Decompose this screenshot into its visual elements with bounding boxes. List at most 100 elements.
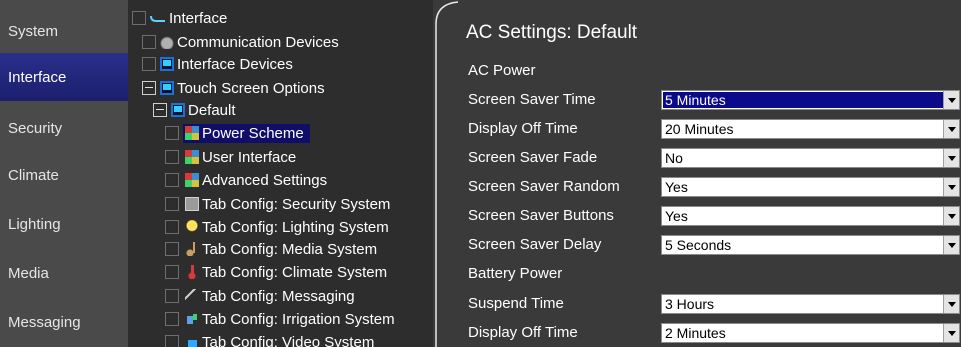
pane-splitter[interactable] xyxy=(433,0,460,347)
tree-selection-highlight: Power Scheme xyxy=(183,123,310,143)
tree-item-tab-config-lighting[interactable]: Tab Config: Lighting System xyxy=(165,216,389,238)
tree-item-default[interactable]: Default xyxy=(153,99,236,121)
tree-checkbox[interactable] xyxy=(165,335,179,347)
tree-item-label: Interface xyxy=(169,9,228,27)
tree-checkbox[interactable] xyxy=(132,11,146,25)
tree-item-advanced-settings[interactable]: Advanced Settings xyxy=(165,169,327,191)
tree-checkbox[interactable] xyxy=(165,289,179,303)
nav-item-security[interactable]: Security xyxy=(0,104,128,152)
nav-item-label: Climate xyxy=(8,166,59,184)
battery-display-off-time-select[interactable]: 2 Minutes xyxy=(661,323,960,343)
select-value: 5 Minutes xyxy=(663,92,943,108)
communication-devices-icon xyxy=(160,35,174,49)
nav-item-climate[interactable]: Climate xyxy=(0,151,128,199)
setting-label: Display Off Time xyxy=(468,324,578,341)
nav-item-messaging[interactable]: Messaging xyxy=(0,298,128,346)
tree-item-interface[interactable]: Interface xyxy=(132,7,227,29)
settings-panel: AC Settings: Default AC Power Screen Sav… xyxy=(460,0,961,347)
tree-item-tab-config-media[interactable]: Tab Config: Media System xyxy=(165,238,377,260)
tree-item-touch-screen-options[interactable]: Touch Screen Options xyxy=(142,77,325,99)
tree-checkbox[interactable] xyxy=(165,197,179,211)
chevron-down-icon[interactable] xyxy=(943,236,959,254)
tree-item-user-interface[interactable]: User Interface xyxy=(165,146,296,168)
nav-item-lighting[interactable]: Lighting xyxy=(0,200,128,248)
tree-checkbox[interactable] xyxy=(165,312,179,326)
select-value: No xyxy=(665,150,683,166)
battery-power-header: Battery Power xyxy=(468,265,563,282)
select-value: 5 Seconds xyxy=(665,237,732,253)
setting-label: Screen Saver Random xyxy=(468,178,620,195)
settings-title: AC Settings: Default xyxy=(466,22,638,43)
tree-item-label: Touch Screen Options xyxy=(177,79,325,97)
music-note-icon xyxy=(185,242,199,256)
display-off-time-select[interactable]: 20 Minutes xyxy=(661,119,960,139)
tree-item-label: Advanced Settings xyxy=(202,171,328,189)
tree-checkbox[interactable] xyxy=(165,220,179,234)
tree-item-label: Default xyxy=(188,101,236,119)
setting-label: Screen Saver Time xyxy=(468,91,596,108)
tree-item-tab-config-security[interactable]: Tab Config: Security System xyxy=(165,193,390,215)
select-value: 2 Minutes xyxy=(665,325,726,341)
color-quad-icon xyxy=(185,126,199,140)
setting-label: Display Off Time xyxy=(468,120,578,137)
tree-item-tab-config-irrigation[interactable]: Tab Config: Irrigation System xyxy=(165,308,395,330)
nav-item-label: Security xyxy=(8,119,63,137)
screen-saver-random-select[interactable]: Yes xyxy=(661,177,960,197)
screen-saver-buttons-select[interactable]: Yes xyxy=(661,206,960,226)
nav-item-label: Interface xyxy=(8,68,67,86)
tree-item-communication-devices[interactable]: Communication Devices xyxy=(142,31,339,53)
tree-item-label: Tab Config: Irrigation System xyxy=(202,310,395,328)
suspend-time-select[interactable]: 3 Hours xyxy=(661,294,960,314)
pen-icon xyxy=(185,289,199,303)
collapse-toggle[interactable] xyxy=(153,103,167,117)
touch-screen-icon xyxy=(160,57,174,71)
chevron-down-icon[interactable] xyxy=(943,324,959,342)
tree-item-label: Tab Config: Lighting System xyxy=(202,218,389,236)
connector-icon xyxy=(150,11,166,25)
screen-saver-time-select[interactable]: 5 Minutes xyxy=(661,90,960,110)
tree-item-tab-config-video[interactable]: Tab Config: Video System xyxy=(165,331,374,347)
sprinkler-icon xyxy=(185,312,199,326)
chevron-down-icon[interactable] xyxy=(943,207,959,225)
chevron-down-icon[interactable] xyxy=(943,295,959,313)
select-value: 3 Hours xyxy=(665,296,715,312)
chevron-down-icon[interactable] xyxy=(943,120,959,138)
tree-checkbox[interactable] xyxy=(142,57,156,71)
tree-checkbox[interactable] xyxy=(165,173,179,187)
select-value: Yes xyxy=(665,179,688,195)
tree-checkbox[interactable] xyxy=(165,126,179,140)
setting-label: Screen Saver Fade xyxy=(468,149,598,166)
collapse-toggle[interactable] xyxy=(142,81,156,95)
touch-screen-icon xyxy=(171,103,185,117)
tree-checkbox[interactable] xyxy=(165,242,179,256)
setting-label: Screen Saver Delay xyxy=(468,236,602,253)
tree-item-power-scheme[interactable]: Power Scheme xyxy=(165,122,310,144)
setting-label: Suspend Time xyxy=(468,295,564,312)
splitter-curve xyxy=(435,1,459,347)
color-quad-icon xyxy=(185,173,199,187)
touch-screen-icon xyxy=(160,81,174,95)
tree-item-label: Tab Config: Climate System xyxy=(202,263,388,281)
nav-item-system[interactable]: System xyxy=(0,7,128,55)
chevron-down-icon[interactable] xyxy=(943,178,959,196)
configuration-tree: Interface Communication Devices Interfac… xyxy=(128,0,433,347)
tree-item-label: Tab Config: Media System xyxy=(202,240,378,258)
tree-item-interface-devices[interactable]: Interface Devices xyxy=(142,53,293,75)
thermometer-icon xyxy=(185,265,199,279)
select-value: 20 Minutes xyxy=(665,121,734,137)
setting-label: Screen Saver Buttons xyxy=(468,207,614,224)
tree-checkbox[interactable] xyxy=(165,150,179,164)
chevron-down-icon[interactable] xyxy=(943,91,959,109)
nav-item-label: Media xyxy=(8,264,49,282)
screen-saver-fade-select[interactable]: No xyxy=(661,148,960,168)
color-quad-icon xyxy=(185,150,199,164)
tree-checkbox[interactable] xyxy=(142,35,156,49)
tree-item-tab-config-messaging[interactable]: Tab Config: Messaging xyxy=(165,285,355,307)
nav-item-media[interactable]: Media xyxy=(0,249,128,297)
chevron-down-icon[interactable] xyxy=(943,149,959,167)
tree-item-label: Interface Devices xyxy=(177,55,293,73)
screen-saver-delay-select[interactable]: 5 Seconds xyxy=(661,235,960,255)
tree-item-tab-config-climate[interactable]: Tab Config: Climate System xyxy=(165,261,387,283)
nav-item-interface[interactable]: Interface xyxy=(0,53,128,101)
tree-checkbox[interactable] xyxy=(165,265,179,279)
